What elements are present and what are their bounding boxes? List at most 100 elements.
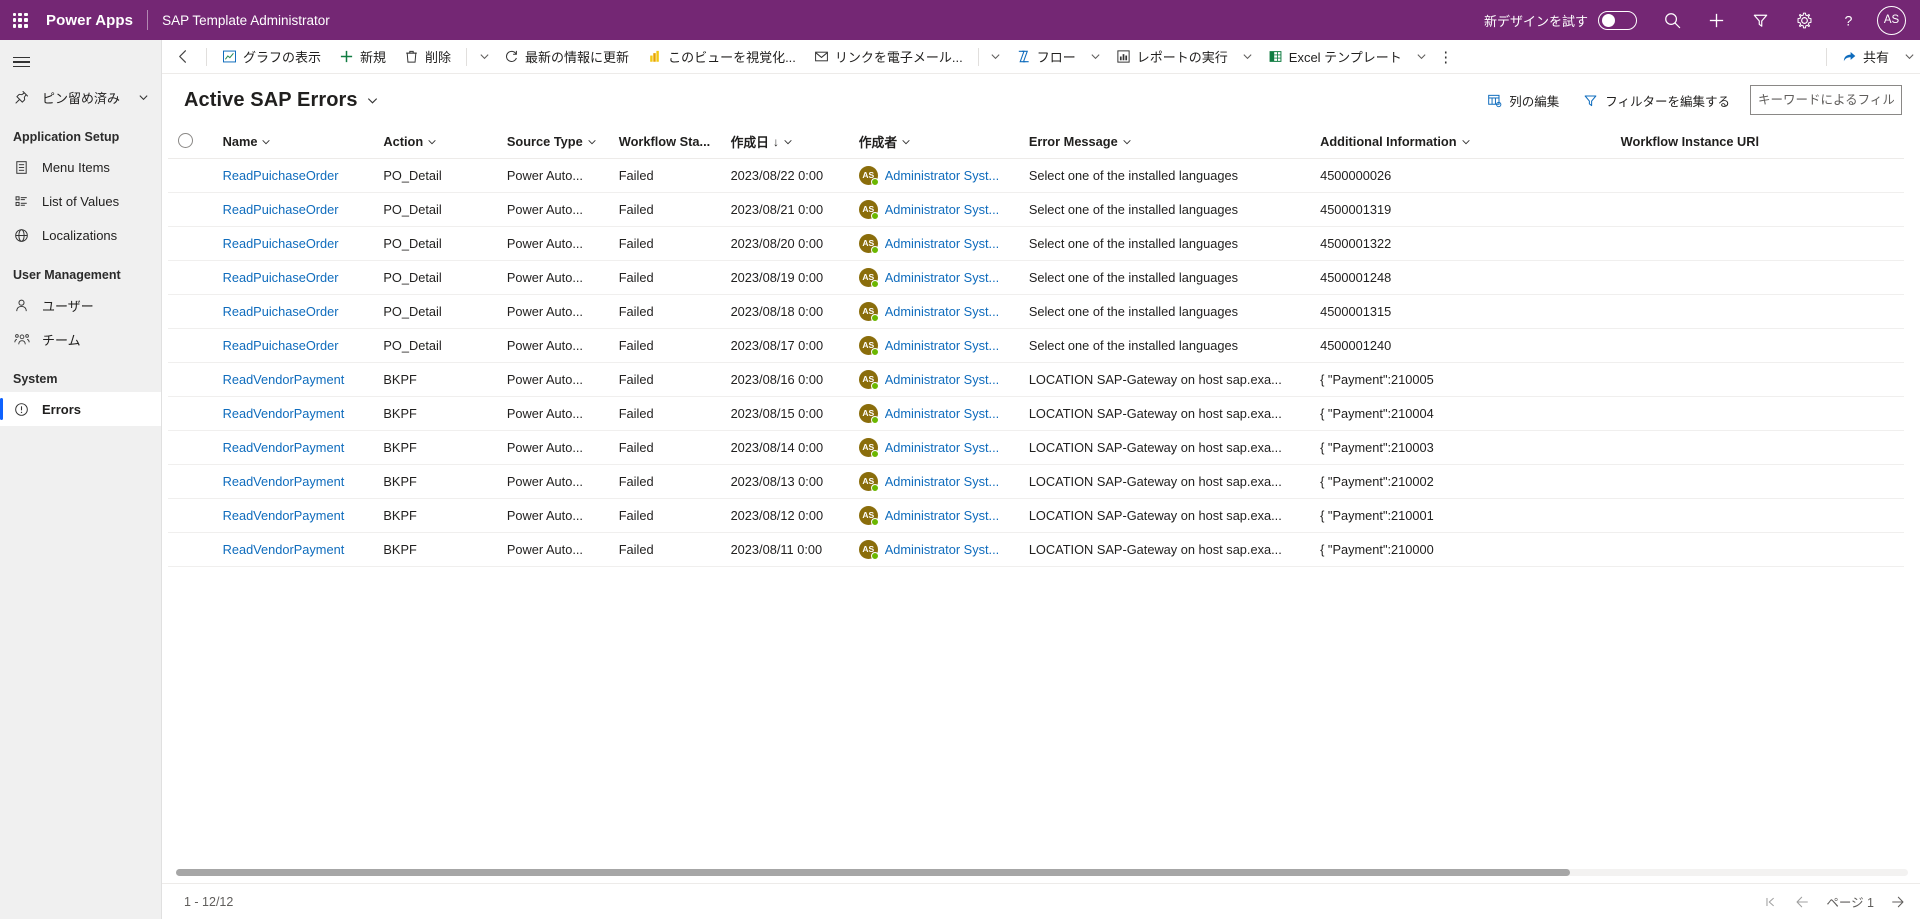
cell-created-by-text[interactable]: Administrator Syst... — [885, 406, 1000, 421]
table-row[interactable]: ReadPuichaseOrder PO_Detail Power Auto... F… — [168, 192, 1904, 227]
column-header-workflow-instance-url[interactable]: Workflow Instance URl — [1612, 126, 1904, 159]
scrollbar-track[interactable] — [176, 868, 1908, 876]
show-chart-button[interactable]: グラフの表示 — [213, 40, 330, 74]
row-select-cell[interactable] — [168, 192, 215, 227]
refresh-button[interactable]: 最新の情報に更新 — [495, 40, 638, 74]
table-row[interactable]: ReadVendorPayment BKPF Power Auto... Failed… — [168, 464, 1904, 499]
row-select-cell[interactable] — [168, 226, 215, 261]
scrollbar-thumb[interactable] — [176, 868, 1571, 876]
cell-name-text[interactable]: ReadVendorPayment — [223, 542, 345, 557]
column-header-name[interactable]: Name — [214, 126, 376, 159]
brand-title[interactable]: Power Apps — [40, 12, 147, 29]
table-row[interactable]: ReadPuichaseOrder PO_Detail Power Auto... F… — [168, 328, 1904, 363]
next-page-button[interactable] — [1890, 894, 1906, 910]
edit-filters-button[interactable]: フィルターを編集する — [1573, 85, 1740, 115]
column-header-created-on[interactable]: 作成日 ↓ — [722, 126, 851, 159]
sidebar-item-menu-items[interactable]: Menu Items — [0, 150, 161, 184]
run-report-overflow-caret[interactable] — [1237, 40, 1259, 74]
search-input[interactable] — [1758, 93, 1894, 107]
cell-name-text[interactable]: ReadVendorPayment — [223, 508, 345, 523]
previous-page-button[interactable] — [1794, 894, 1810, 910]
run-report-button[interactable]: レポートの実行 — [1107, 40, 1237, 74]
table-row[interactable]: ReadVendorPayment BKPF Power Auto... Failed… — [168, 430, 1904, 465]
cell-name-text[interactable]: ReadVendorPayment — [223, 474, 345, 489]
visualize-this-view-button[interactable]: このビューを視覚化... — [638, 40, 805, 74]
cell-name-text[interactable]: ReadPuichaseOrder — [223, 202, 339, 217]
cell-created-by-text[interactable]: Administrator Syst... — [885, 168, 1000, 183]
delete-button[interactable]: 削除 — [395, 40, 460, 74]
column-header-source-type[interactable]: Source Type — [498, 126, 611, 159]
flow-button[interactable]: フロー — [1007, 40, 1085, 74]
row-select-cell[interactable] — [168, 362, 215, 397]
table-row[interactable]: ReadVendorPayment BKPF Power Auto... Failed… — [168, 362, 1904, 397]
new-design-toggle[interactable] — [1598, 10, 1637, 30]
new-record-button[interactable] — [1695, 0, 1737, 40]
app-name-label[interactable]: SAP Template Administrator — [148, 13, 330, 28]
column-header-action[interactable]: Action — [375, 126, 499, 159]
share-overflow-caret[interactable] — [1898, 40, 1920, 74]
table-row[interactable]: ReadVendorPayment BKPF Power Auto... Failed… — [168, 396, 1904, 431]
cell-name-text[interactable]: ReadPuichaseOrder — [223, 168, 339, 183]
cell-name-text[interactable]: ReadPuichaseOrder — [223, 236, 339, 251]
email-link-overflow-caret[interactable] — [985, 40, 1007, 74]
cell-created-by-text[interactable]: Administrator Syst... — [885, 474, 1000, 489]
cell-created-by-text[interactable]: Administrator Syst... — [885, 304, 1000, 319]
cell-name-text[interactable]: ReadPuichaseOrder — [223, 270, 339, 285]
sidebar-item-localizations[interactable]: Localizations — [0, 218, 161, 252]
table-row[interactable]: ReadPuichaseOrder PO_Detail Power Auto... F… — [168, 226, 1904, 261]
cell-name-text[interactable]: ReadVendorPayment — [223, 440, 345, 455]
row-select-cell[interactable] — [168, 430, 215, 465]
cell-created-by-text[interactable]: Administrator Syst... — [885, 440, 1000, 455]
cell-created-by-text[interactable]: Administrator Syst... — [885, 372, 1000, 387]
back-button[interactable] — [166, 40, 200, 74]
user-avatar[interactable]: AS — [1877, 5, 1906, 35]
first-page-button[interactable] — [1764, 895, 1778, 909]
sidebar-item-teams[interactable]: チーム — [0, 322, 161, 356]
column-header-workflow-status[interactable]: Workflow Sta... — [610, 126, 723, 159]
row-select-cell[interactable] — [168, 260, 215, 295]
sidebar-item-users[interactable]: ユーザー — [0, 288, 161, 322]
cell-created-by-text[interactable]: Administrator Syst... — [885, 338, 1000, 353]
table-row[interactable]: ReadPuichaseOrder PO_Detail Power Auto... F… — [168, 158, 1904, 193]
settings-button[interactable] — [1783, 0, 1825, 40]
cell-created-by-text[interactable]: Administrator Syst... — [885, 508, 1000, 523]
horizontal-scrollbar[interactable] — [168, 861, 1920, 883]
select-all-header[interactable] — [168, 126, 215, 159]
edit-columns-button[interactable]: 列の編集 — [1477, 85, 1569, 115]
table-row[interactable]: ReadPuichaseOrder PO_Detail Power Auto... F… — [168, 260, 1904, 295]
cell-created-by-text[interactable]: Administrator Syst... — [885, 542, 1000, 557]
row-select-cell[interactable] — [168, 158, 215, 193]
row-select-cell[interactable] — [168, 328, 215, 363]
chevron-down-icon[interactable] — [138, 92, 161, 103]
select-all-circle[interactable] — [178, 132, 193, 148]
sidebar-item-pinned[interactable]: ピン留め済み — [0, 80, 161, 114]
sidebar-collapse-button[interactable] — [0, 44, 161, 80]
cell-created-by-text[interactable]: Administrator Syst... — [885, 236, 1000, 251]
new-button[interactable]: 新規 — [330, 40, 395, 74]
keyword-filter-box[interactable] — [1750, 85, 1902, 115]
excel-templates-overflow-caret[interactable] — [1411, 40, 1433, 74]
row-select-cell[interactable] — [168, 498, 215, 533]
command-overflow-button[interactable]: ⋮ — [1433, 40, 1459, 74]
row-select-cell[interactable] — [168, 532, 215, 567]
column-header-additional-information[interactable]: Additional Information — [1312, 126, 1613, 159]
row-select-cell[interactable] — [168, 294, 215, 329]
email-a-link-button[interactable]: リンクを電子メール... — [805, 40, 972, 74]
cell-name-text[interactable]: ReadPuichaseOrder — [223, 304, 339, 319]
sidebar-item-errors[interactable]: Errors — [0, 392, 161, 426]
row-select-cell[interactable] — [168, 464, 215, 499]
cell-name-text[interactable]: ReadVendorPayment — [223, 372, 345, 387]
column-header-created-by[interactable]: 作成者 — [850, 126, 1021, 159]
sidebar-item-list-of-values[interactable]: List of Values — [0, 184, 161, 218]
flow-overflow-caret[interactable] — [1085, 40, 1107, 74]
row-select-cell[interactable] — [168, 396, 215, 431]
table-row[interactable]: ReadVendorPayment BKPF Power Auto... Failed… — [168, 532, 1904, 567]
header-filter-button[interactable] — [1739, 0, 1781, 40]
table-row[interactable]: ReadVendorPayment BKPF Power Auto... Failed… — [168, 498, 1904, 533]
search-button[interactable] — [1651, 0, 1693, 40]
cell-created-by-text[interactable]: Administrator Syst... — [885, 202, 1000, 217]
cell-name-text[interactable]: ReadPuichaseOrder — [223, 338, 339, 353]
excel-templates-button[interactable]: Excel テンプレート — [1259, 40, 1411, 74]
cell-name-text[interactable]: ReadVendorPayment — [223, 406, 345, 421]
column-header-error-message[interactable]: Error Message — [1020, 126, 1313, 159]
